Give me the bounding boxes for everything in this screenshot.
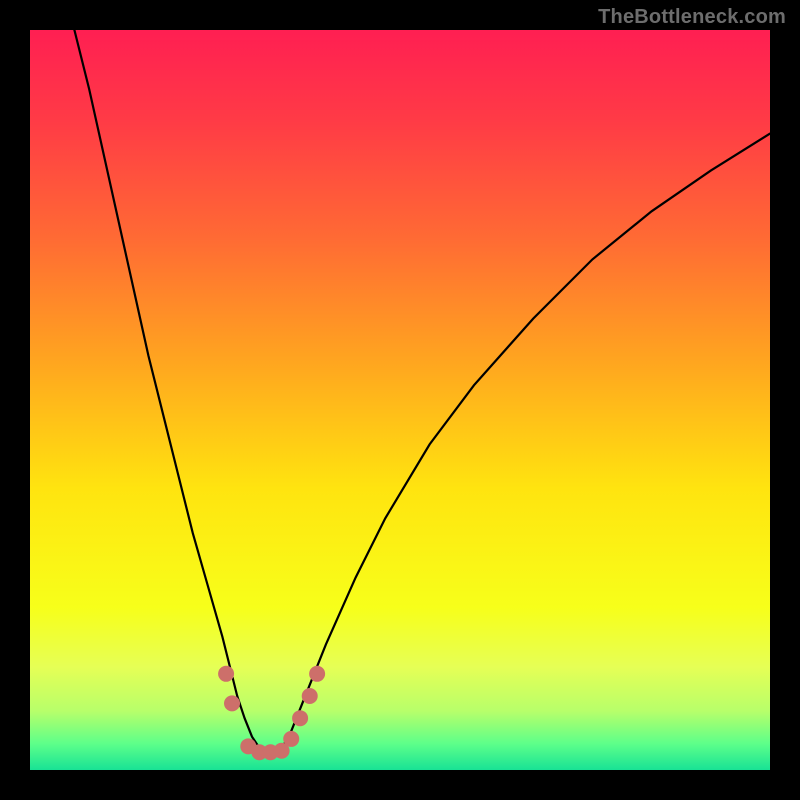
curve-marker: [292, 710, 308, 726]
curve-marker: [302, 688, 318, 704]
curve-marker: [218, 666, 234, 682]
bottleneck-curve-chart: [30, 30, 770, 770]
curve-marker: [309, 666, 325, 682]
curve-marker: [283, 731, 299, 747]
watermark-text: TheBottleneck.com: [598, 6, 786, 29]
curve-marker: [224, 695, 240, 711]
chart-background: [30, 30, 770, 770]
chart-frame: TheBottleneck.com: [0, 0, 800, 800]
